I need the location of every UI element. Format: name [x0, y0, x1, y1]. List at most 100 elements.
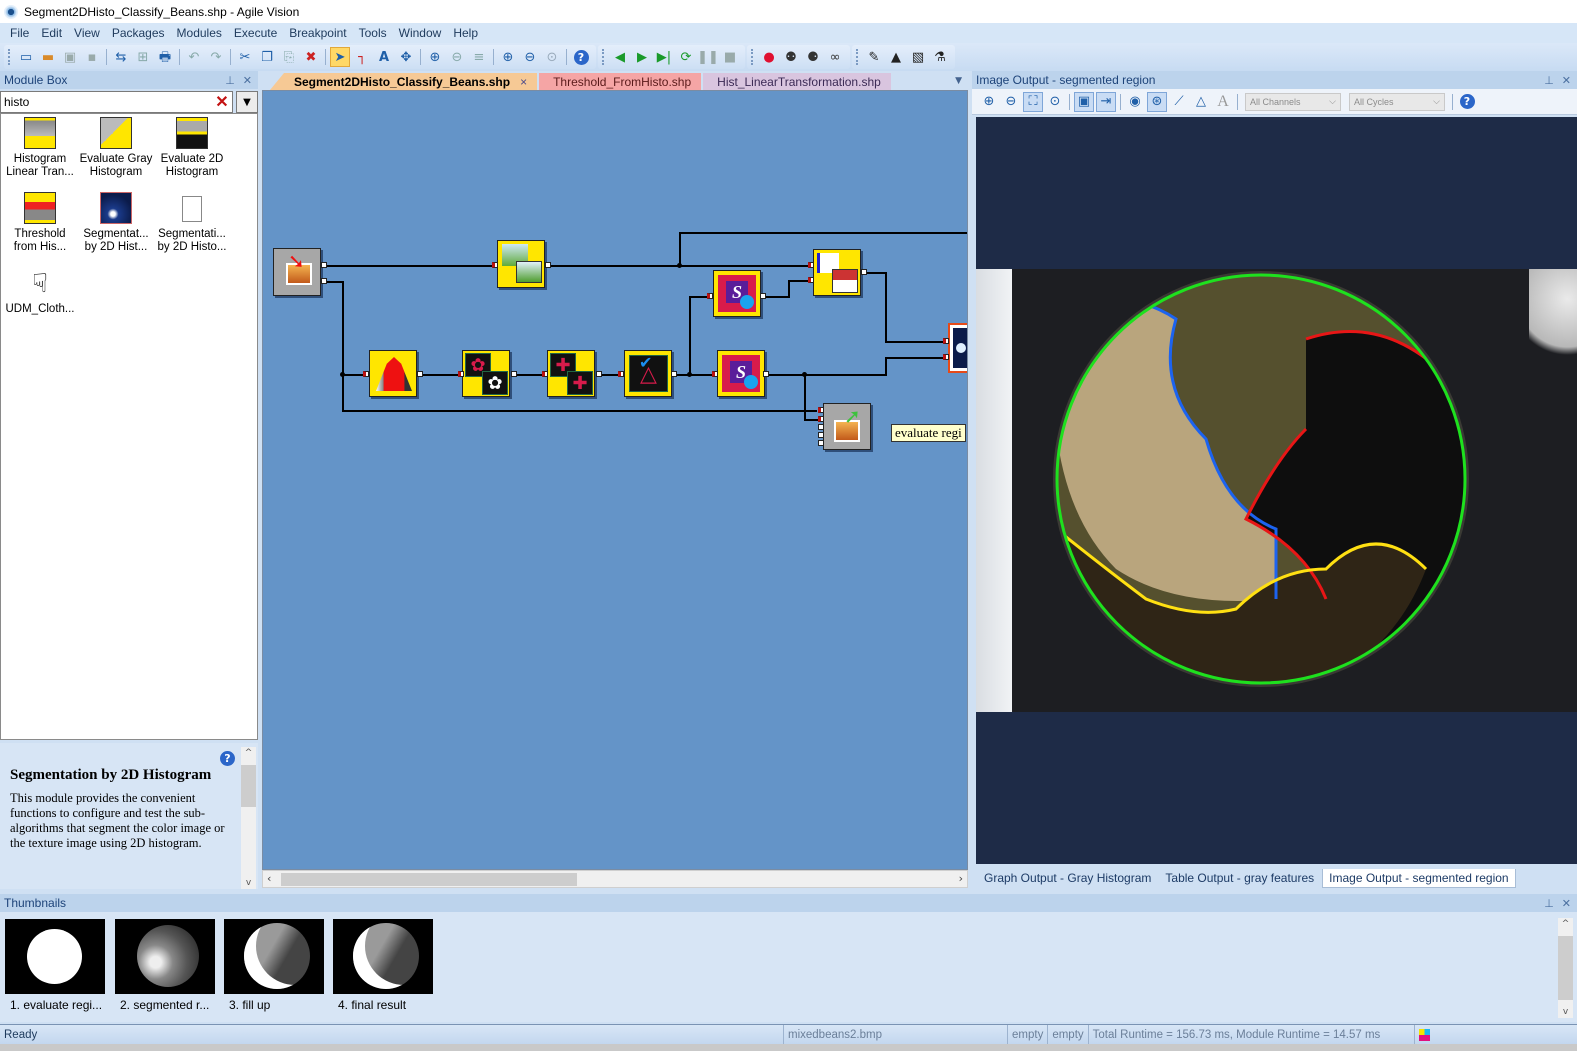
node-shape-check[interactable]: △ ✔: [624, 350, 672, 397]
thumbnail-item[interactable]: 4. final result: [333, 919, 433, 1012]
scrollbar-thumb[interactable]: [241, 765, 256, 807]
scrollbar-thumb[interactable]: [281, 873, 577, 886]
toolbar-grip[interactable]: [8, 49, 11, 65]
save-all-icon[interactable]: ▪: [82, 47, 102, 67]
menu-breakpoint[interactable]: Breakpoint: [283, 26, 352, 40]
delete-icon[interactable]: ✖: [301, 47, 321, 67]
canvas-horizontal-scrollbar[interactable]: ‹ ›: [262, 870, 968, 888]
grid-icon[interactable]: ⊛: [1147, 91, 1167, 112]
help-icon[interactable]: ?: [571, 47, 591, 67]
output-port[interactable]: [818, 440, 824, 446]
node-image-output[interactable]: [948, 323, 967, 373]
module-item[interactable]: Segmentati... by 2D Histo...: [154, 192, 230, 267]
output-port[interactable]: [321, 262, 327, 268]
close-icon[interactable]: ✕: [1562, 897, 1571, 910]
output-port[interactable]: [417, 371, 423, 377]
tab-image-output[interactable]: Image Output - segmented region: [1322, 868, 1516, 888]
redo-icon[interactable]: ↷: [206, 47, 226, 67]
channels-select[interactable]: All Channels ⌵: [1245, 92, 1341, 111]
input-port[interactable]: [492, 262, 498, 268]
segmented-image[interactable]: [976, 269, 1577, 712]
clear-breakpoints-icon[interactable]: ⚉: [781, 47, 801, 67]
breakpoint-icon[interactable]: ●: [759, 47, 779, 67]
thumbnail-item[interactable]: 3. fill up: [224, 919, 324, 1012]
menu-tools[interactable]: Tools: [353, 26, 393, 40]
tab-segment2dhisto[interactable]: Segment2DHisto_Classify_Beans.shp ×: [270, 73, 538, 90]
input-port[interactable]: [808, 277, 814, 283]
flow-canvas[interactable]: ➘ S ✿ ✿ ✚ ✚ △ ✔ S ➚ evaluate regi: [262, 90, 968, 870]
module-item[interactable]: Evaluate Gray Histogram: [78, 117, 154, 192]
text-icon[interactable]: A: [374, 47, 394, 67]
undo-icon[interactable]: ↶: [184, 47, 204, 67]
output-port[interactable]: [511, 371, 517, 377]
clear-search-icon[interactable]: ✕: [212, 92, 232, 112]
paste-icon[interactable]: ⎘: [279, 47, 299, 67]
group-icon[interactable]: ⊕: [425, 47, 445, 67]
node-region-combine[interactable]: ✚ ✚: [547, 350, 595, 397]
help-icon[interactable]: ?: [220, 751, 235, 766]
node-script-a[interactable]: S: [713, 270, 761, 317]
pin-icon[interactable]: ⊥: [225, 74, 235, 87]
toolbar-grip[interactable]: [751, 49, 754, 65]
eyedropper-icon[interactable]: ✎: [864, 47, 884, 67]
node-evaluate-region[interactable]: ➚: [823, 403, 871, 450]
input-port[interactable]: [818, 416, 824, 422]
module-item[interactable]: ☟ UDM_Cloth...: [2, 267, 78, 342]
tab-table-output[interactable]: Table Output - gray features: [1159, 869, 1320, 887]
menu-packages[interactable]: Packages: [106, 26, 171, 40]
scroll-left-icon[interactable]: ‹: [267, 872, 271, 885]
menu-help[interactable]: Help: [447, 26, 484, 40]
thumbnails-scrollbar[interactable]: ^ v: [1558, 918, 1573, 1018]
menu-view[interactable]: View: [68, 26, 106, 40]
tab-hist-lineartransformation[interactable]: Hist_LinearTransformation.shp: [703, 73, 891, 90]
scroll-down-icon[interactable]: v: [1558, 1007, 1573, 1017]
search-dropdown-button[interactable]: ▼: [236, 91, 258, 113]
step-back-icon[interactable]: ◀: [610, 47, 630, 67]
input-port[interactable]: [712, 371, 718, 377]
node-load-image[interactable]: ➘: [273, 248, 321, 296]
output-port[interactable]: [861, 269, 867, 275]
zoom-out-icon[interactable]: ⊖: [520, 47, 540, 67]
tab-threshold-fromhisto[interactable]: Threshold_FromHisto.shp: [539, 73, 702, 90]
thumbnail-item[interactable]: 1. evaluate regi...: [5, 919, 105, 1012]
run-icon[interactable]: ▶: [632, 47, 652, 67]
help-icon[interactable]: ?: [1457, 92, 1477, 112]
help-scrollbar[interactable]: ^ v: [241, 747, 256, 889]
pin-icon[interactable]: ⊥: [1544, 897, 1554, 910]
text-icon[interactable]: A: [1213, 92, 1233, 112]
node-script-b[interactable]: S: [717, 350, 765, 397]
polygon-icon[interactable]: △: [1191, 92, 1211, 112]
thumbnail-item[interactable]: 2. segmented r...: [115, 919, 215, 1012]
output-port[interactable]: [763, 371, 769, 377]
output-port[interactable]: [596, 371, 602, 377]
scroll-up-icon[interactable]: ^: [1558, 919, 1573, 929]
import-image-icon[interactable]: ⇆: [111, 47, 131, 67]
close-tab-icon[interactable]: ×: [520, 75, 527, 89]
input-port[interactable]: [818, 407, 824, 413]
show-image-icon[interactable]: ▣: [1074, 91, 1094, 112]
overlay-icon[interactable]: ◉: [1125, 92, 1145, 112]
copy-icon[interactable]: ❐: [257, 47, 277, 67]
cut-icon[interactable]: ✂: [235, 47, 255, 67]
menu-file[interactable]: File: [4, 26, 35, 40]
move-icon[interactable]: ✥: [396, 47, 416, 67]
tab-graph-output[interactable]: Graph Output - Gray Histogram: [978, 869, 1157, 887]
export-image-icon[interactable]: ⇥: [1096, 91, 1116, 112]
loop-icon[interactable]: ⟳: [676, 47, 696, 67]
zoom-in-icon[interactable]: ⊕: [979, 92, 999, 112]
input-port[interactable]: [808, 262, 814, 268]
export-table-icon[interactable]: ⊞: [133, 47, 153, 67]
menu-edit[interactable]: Edit: [35, 26, 68, 40]
graph-icon[interactable]: ▧: [908, 47, 928, 67]
output-port[interactable]: [321, 278, 327, 284]
save-icon[interactable]: ▣: [60, 47, 80, 67]
tab-overflow-icon[interactable]: ▼: [955, 76, 962, 86]
input-port[interactable]: [707, 293, 713, 299]
scrollbar-thumb[interactable]: [1558, 936, 1573, 1000]
open-icon[interactable]: ▬: [38, 47, 58, 67]
link-icon[interactable]: ∞: [825, 47, 845, 67]
new-window-icon[interactable]: ▭: [16, 47, 36, 67]
fit-icon[interactable]: ⛶: [1023, 91, 1043, 112]
zoom-fit-icon[interactable]: ⊙: [542, 47, 562, 67]
flask-icon[interactable]: ⚗: [930, 47, 950, 67]
